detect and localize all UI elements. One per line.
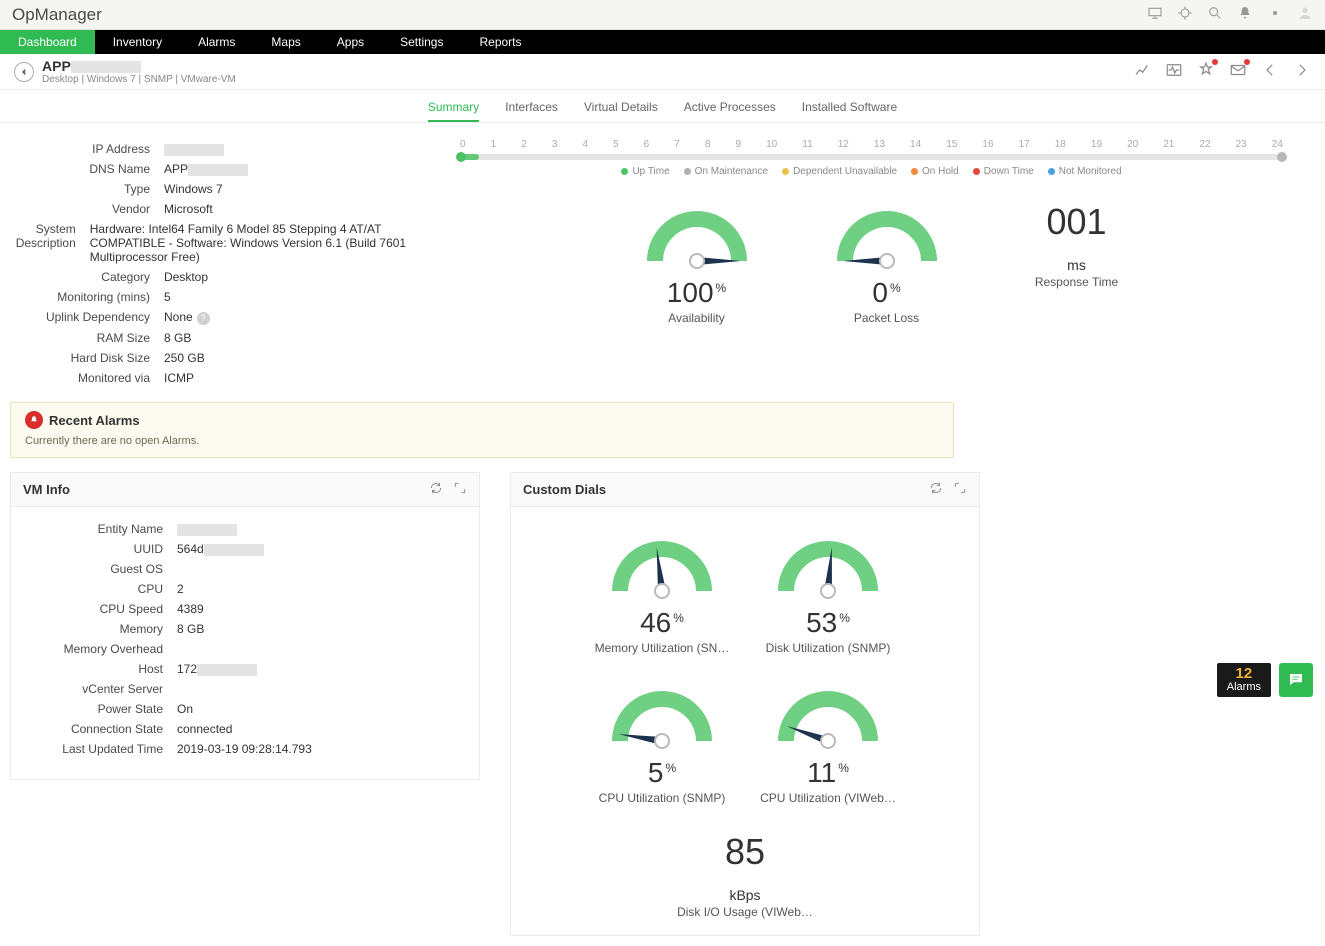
nav-alarms[interactable]: Alarms bbox=[180, 30, 253, 54]
recent-alarms-title: Recent Alarms bbox=[49, 413, 140, 428]
info-icon[interactable]: ? bbox=[197, 312, 210, 325]
mail-icon[interactable] bbox=[1229, 61, 1247, 82]
kv-row: CategoryDesktop bbox=[10, 267, 430, 287]
recent-alarms-body: Currently there are no open Alarms. bbox=[25, 435, 939, 447]
vm-info-card: VM Info Entity NameUUID564dGuest OSCPU2C… bbox=[10, 472, 480, 780]
alarms-label: Alarms bbox=[1227, 681, 1261, 693]
gauge: 11%CPU Utilization (VIWeb… bbox=[758, 681, 898, 805]
search-icon[interactable] bbox=[1207, 5, 1223, 24]
kv-row: Connection Stateconnected bbox=[23, 719, 467, 739]
expand-icon[interactable] bbox=[453, 481, 467, 498]
kv-row: VendorMicrosoft bbox=[10, 199, 430, 219]
gauge: 46%Memory Utilization (SN… bbox=[592, 531, 732, 655]
kv-row: DNS NameAPP bbox=[10, 159, 430, 179]
page-toolbar: APP Desktop | Windows 7 | SNMP | VMware-… bbox=[0, 54, 1325, 90]
gauge: 100%Availability bbox=[627, 201, 767, 325]
timeline-legend: Up TimeOn MaintenanceDependent Unavailab… bbox=[458, 166, 1285, 177]
expand-icon[interactable] bbox=[953, 481, 967, 498]
kv-row: Power StateOn bbox=[23, 699, 467, 719]
header-icons bbox=[1147, 5, 1313, 24]
custom-dials-card: Custom Dials 46%Memory Utilization (SN… … bbox=[510, 472, 980, 936]
refresh-icon[interactable] bbox=[429, 481, 443, 498]
timeline-start-handle[interactable] bbox=[456, 152, 466, 162]
gauge: 53%Disk Utilization (SNMP) bbox=[758, 531, 898, 655]
gauge: 0%Packet Loss bbox=[817, 201, 957, 325]
kv-row: Last Updated Time2019-03-19 09:28:14.793 bbox=[23, 739, 467, 759]
alarms-count: 12 bbox=[1227, 667, 1261, 681]
kv-row: vCenter Server bbox=[23, 679, 467, 699]
gauge: 5%CPU Utilization (SNMP) bbox=[592, 681, 732, 805]
availability-timeline: 0123456789101112131415161718192021222324… bbox=[448, 133, 1325, 187]
kv-row: RAM Size8 GB bbox=[10, 328, 430, 348]
sub-tabs: Summary Interfaces Virtual Details Active P… bbox=[0, 90, 1325, 123]
gauge: 001msResponse Time bbox=[1007, 201, 1147, 325]
recent-alarms-panel: Recent Alarms Currently there are no ope… bbox=[10, 402, 954, 458]
tab-virtual-details[interactable]: Virtual Details bbox=[584, 96, 658, 122]
bell-icon[interactable] bbox=[1237, 5, 1253, 24]
gauge: 85kBpsDisk I/O Usage (VIWeb… bbox=[675, 831, 815, 919]
timeline-end-handle[interactable] bbox=[1277, 152, 1287, 162]
bell-icon bbox=[25, 411, 43, 429]
timeline-track[interactable] bbox=[458, 154, 1285, 160]
tab-installed-software[interactable]: Installed Software bbox=[802, 96, 897, 122]
page-title: APP bbox=[42, 58, 236, 74]
custom-dials-title: Custom Dials bbox=[523, 482, 606, 497]
kv-row: Uplink DependencyNone? bbox=[10, 307, 430, 328]
kv-row: System DescriptionHardware: Intel64 Fami… bbox=[10, 219, 430, 267]
kv-row: Entity Name bbox=[23, 519, 467, 539]
page-toolbar-icons bbox=[1133, 61, 1311, 82]
kv-row: IP Address bbox=[10, 139, 430, 159]
vm-info-title: VM Info bbox=[23, 482, 70, 497]
waveform-icon[interactable] bbox=[1165, 61, 1183, 82]
kv-row: Memory8 GB bbox=[23, 619, 467, 639]
kv-row: Monitored viaICMP bbox=[10, 368, 430, 388]
kv-row: CPU2 bbox=[23, 579, 467, 599]
app-header: OpManager bbox=[0, 0, 1325, 30]
kv-row: TypeWindows 7 bbox=[10, 179, 430, 199]
nav-apps[interactable]: Apps bbox=[319, 30, 382, 54]
kv-row: UUID564d bbox=[23, 539, 467, 559]
tab-interfaces[interactable]: Interfaces bbox=[505, 96, 558, 122]
refresh-icon[interactable] bbox=[929, 481, 943, 498]
kv-row: Host172 bbox=[23, 659, 467, 679]
chat-button[interactable] bbox=[1279, 663, 1313, 697]
device-info-table: IP AddressDNS NameAPPTypeWindows 7Vendor… bbox=[10, 139, 430, 388]
kv-row: Hard Disk Size250 GB bbox=[10, 348, 430, 368]
chart-icon[interactable] bbox=[1133, 61, 1151, 82]
gear-icon[interactable] bbox=[1267, 5, 1283, 24]
nav-inventory[interactable]: Inventory bbox=[95, 30, 180, 54]
tab-active-processes[interactable]: Active Processes bbox=[684, 96, 776, 122]
main-nav: DashboardInventoryAlarmsMapsAppsSettings… bbox=[0, 30, 1325, 54]
monitor-icon[interactable] bbox=[1147, 5, 1163, 24]
tab-summary[interactable]: Summary bbox=[428, 96, 479, 122]
nav-settings[interactable]: Settings bbox=[382, 30, 461, 54]
prev-icon[interactable] bbox=[1261, 61, 1279, 82]
top-gauges: 100%Availability 0%Packet Loss 001msRespo… bbox=[448, 201, 1325, 325]
kv-row: CPU Speed4389 bbox=[23, 599, 467, 619]
kv-row: Guest OS bbox=[23, 559, 467, 579]
nav-reports[interactable]: Reports bbox=[461, 30, 539, 54]
nav-maps[interactable]: Maps bbox=[253, 30, 318, 54]
next-icon[interactable] bbox=[1293, 61, 1311, 82]
target-icon[interactable] bbox=[1177, 5, 1193, 24]
user-icon[interactable] bbox=[1297, 5, 1313, 24]
nav-dashboard[interactable]: Dashboard bbox=[0, 30, 95, 54]
brand-title: OpManager bbox=[12, 5, 102, 25]
back-button[interactable] bbox=[14, 62, 34, 82]
page-subtitle: Desktop | Windows 7 | SNMP | VMware-VM bbox=[42, 74, 236, 85]
alert-star-icon[interactable] bbox=[1197, 61, 1215, 82]
kv-row: Monitoring (mins)5 bbox=[10, 287, 430, 307]
kv-row: Memory Overhead bbox=[23, 639, 467, 659]
alarms-chip[interactable]: 12 Alarms bbox=[1217, 663, 1271, 697]
